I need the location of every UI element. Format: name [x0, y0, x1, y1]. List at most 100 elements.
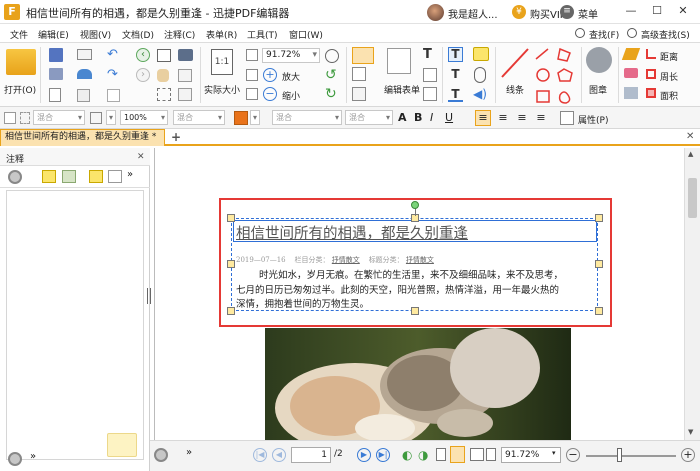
- text-select-icon[interactable]: [178, 69, 192, 82]
- rotate-handle-icon[interactable]: [411, 201, 419, 209]
- meta-tag-link[interactable]: 抒情散文: [406, 256, 434, 264]
- pencil-icon[interactable]: [621, 48, 641, 60]
- comment-next-icon[interactable]: [62, 170, 76, 183]
- advanced-search-menu[interactable]: 高级查找(S): [641, 28, 690, 41]
- select-tool-icon[interactable]: [157, 49, 171, 62]
- collapse-icon[interactable]: »: [127, 169, 137, 183]
- menu-edit[interactable]: 编辑(E): [38, 28, 69, 41]
- status-settings-icon[interactable]: [154, 448, 168, 462]
- highlight-area-icon[interactable]: [624, 87, 638, 99]
- list-field-icon[interactable]: [423, 87, 437, 101]
- body-line-3[interactable]: 深情，拥抱着世间的万物生灵。: [236, 296, 369, 310]
- scroll-thumb[interactable]: [688, 178, 697, 218]
- line-style-icon[interactable]: [4, 112, 16, 124]
- email-icon[interactable]: [77, 49, 92, 60]
- fit-page-icon[interactable]: [246, 49, 258, 61]
- resize-handle-e[interactable]: [595, 260, 603, 268]
- body-line-1[interactable]: 时光如水，岁月无痕。在繁忙的生活里，来不及细细品味，来不及思考，: [259, 267, 563, 281]
- edit-form-icon[interactable]: [387, 48, 411, 74]
- add-tab-icon[interactable]: +: [171, 131, 183, 143]
- forward-icon[interactable]: ›: [136, 68, 150, 82]
- prev-page-icon[interactable]: ◀: [272, 448, 286, 462]
- add-image-icon[interactable]: [352, 87, 366, 101]
- menu-icon[interactable]: ≡: [560, 5, 574, 19]
- stamp-button[interactable]: 图章: [589, 83, 607, 96]
- page-number-input[interactable]: 1: [291, 447, 331, 463]
- menu-view[interactable]: 视图(V): [80, 28, 111, 41]
- comment-reply-icon[interactable]: [89, 170, 103, 183]
- scroll-down-icon[interactable]: ▼: [688, 428, 693, 436]
- fill-color-dropdown[interactable]: [250, 110, 260, 125]
- menu-document[interactable]: 文档(D): [122, 28, 154, 41]
- properties-icon[interactable]: [560, 111, 574, 125]
- open-folder-icon[interactable]: [6, 49, 36, 75]
- distance-button[interactable]: 距离: [660, 50, 678, 63]
- back-icon[interactable]: ‹: [136, 48, 150, 62]
- close-button[interactable]: ✕: [676, 4, 690, 18]
- status-zoom-dropdown-icon[interactable]: ▾: [552, 449, 556, 457]
- search-icon[interactable]: [575, 28, 585, 38]
- resize-handle-se[interactable]: [595, 307, 603, 315]
- sticky-note-icon[interactable]: [473, 47, 489, 61]
- maximize-button[interactable]: ☐: [650, 4, 664, 18]
- border-dropdown[interactable]: [106, 110, 116, 125]
- add-text-icon[interactable]: [352, 67, 366, 81]
- perimeter-icon[interactable]: [646, 69, 656, 79]
- menu-form[interactable]: 表单(R): [206, 28, 237, 41]
- panel-close-icon[interactable]: ✕: [137, 152, 145, 162]
- align-left-icon[interactable]: ≡: [475, 110, 491, 126]
- eraser-icon[interactable]: [624, 68, 638, 78]
- settings-gear-icon[interactable]: [8, 170, 22, 184]
- snapshot-icon[interactable]: [178, 49, 193, 61]
- facing-page-icon[interactable]: [470, 448, 484, 461]
- save-icon[interactable]: [49, 48, 63, 62]
- pdf-page[interactable]: 相信世间所有的相遇，都是久别重逢 2019—07—16 栏目分类： 抒情散文 标…: [154, 148, 684, 440]
- new-document-icon[interactable]: [49, 88, 61, 102]
- comments-list[interactable]: [6, 190, 144, 460]
- italic-icon[interactable]: I: [430, 111, 442, 125]
- column-select-icon[interactable]: [178, 88, 192, 101]
- perimeter-button[interactable]: 周长: [660, 70, 678, 83]
- status-expand-icon[interactable]: »: [186, 447, 192, 458]
- resize-handle-sw[interactable]: [227, 307, 235, 315]
- menu-window[interactable]: 窗口(W): [289, 28, 323, 41]
- panel-splitter[interactable]: [146, 148, 154, 471]
- splitter-grip-icon[interactable]: [147, 288, 151, 304]
- comment-filter-icon[interactable]: [108, 170, 122, 183]
- area-icon[interactable]: [646, 88, 656, 98]
- menu-comment[interactable]: 注释(C): [164, 28, 195, 41]
- actual-size-button[interactable]: 实际大小: [204, 83, 240, 96]
- distance-icon[interactable]: [646, 49, 656, 59]
- article-heading[interactable]: 相信世间所有的相遇，都是久别重逢: [236, 222, 596, 243]
- zoom-in-button[interactable]: 放大: [282, 70, 300, 83]
- page-setup-icon[interactable]: [77, 89, 90, 102]
- undo-icon[interactable]: ↶: [107, 48, 120, 61]
- status-zoom-in-icon[interactable]: +: [681, 448, 695, 462]
- rotate-left-icon[interactable]: ↺: [325, 68, 339, 82]
- vertical-scrollbar[interactable]: ▲ ▼: [684, 148, 700, 440]
- typewriter-icon[interactable]: T: [448, 47, 463, 62]
- menu-button[interactable]: 菜单: [578, 6, 598, 21]
- user-avatar[interactable]: [427, 4, 444, 21]
- history-back-icon[interactable]: ◐: [402, 448, 416, 462]
- lines-button[interactable]: 线条: [506, 83, 524, 96]
- panel-expand-icon[interactable]: »: [30, 451, 36, 462]
- blend-mode-select-2[interactable]: 混合: [173, 110, 225, 125]
- fit-visible-icon[interactable]: [246, 88, 258, 100]
- edit-form-button[interactable]: 编辑表单: [384, 83, 420, 96]
- advanced-search-icon[interactable]: [627, 28, 637, 38]
- resize-handle-nw[interactable]: [227, 214, 235, 222]
- resize-handle-s[interactable]: [411, 307, 419, 315]
- comment-prev-icon[interactable]: [42, 170, 56, 183]
- scroll-up-icon[interactable]: ▲: [688, 150, 693, 158]
- text-field-icon[interactable]: T: [423, 48, 437, 62]
- dash-style-icon[interactable]: [20, 112, 30, 124]
- close-tab-icon[interactable]: ✕: [686, 131, 698, 143]
- bold-icon[interactable]: B: [414, 111, 426, 125]
- attachment-icon[interactable]: [474, 67, 486, 83]
- strikeout-text-icon[interactable]: T: [448, 67, 463, 82]
- opacity-select[interactable]: 100%: [120, 110, 168, 125]
- next-page-icon[interactable]: ▶: [357, 448, 371, 462]
- align-center-icon[interactable]: ≡: [496, 111, 510, 125]
- search-menu[interactable]: 查找(F): [589, 28, 619, 41]
